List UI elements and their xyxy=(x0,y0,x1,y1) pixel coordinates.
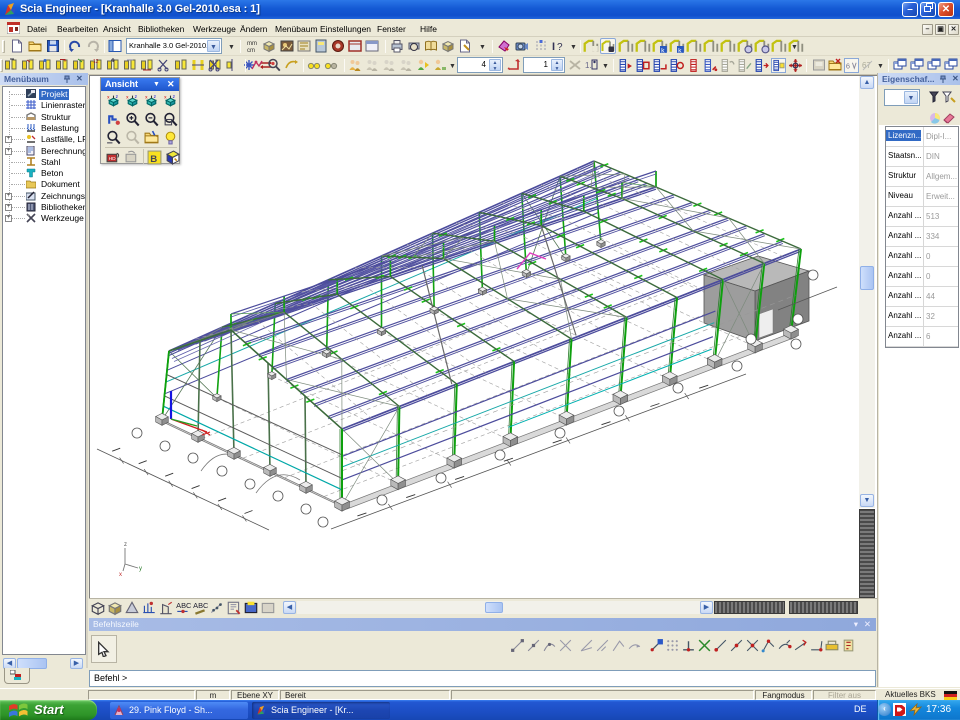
svg-text:6: 6 xyxy=(846,61,850,70)
svg-text:x: x xyxy=(107,95,110,100)
svg-text:x: x xyxy=(119,572,122,578)
svg-text:mm: mm xyxy=(247,41,257,47)
svg-text:B: B xyxy=(150,154,157,165)
svg-text:x: x xyxy=(126,95,129,100)
svg-text:HD: HD xyxy=(109,156,116,162)
svg-text:ABC: ABC xyxy=(176,601,191,610)
svg-text:I: I xyxy=(552,41,555,53)
svg-text:z: z xyxy=(173,95,176,100)
svg-text:y: y xyxy=(139,566,142,572)
svg-text:k: k xyxy=(678,47,682,54)
svg-text:z: z xyxy=(124,542,127,548)
svg-text:?: ? xyxy=(557,42,563,53)
svg-text:x: x xyxy=(145,95,148,100)
svg-text:z: z xyxy=(154,95,157,100)
svg-text:ABC: ABC xyxy=(193,601,208,610)
svg-text:k: k xyxy=(661,47,665,54)
svg-text:12: 12 xyxy=(93,59,99,65)
svg-text:1.: 1. xyxy=(585,61,592,70)
svg-text:cm: cm xyxy=(247,48,255,53)
svg-text:z: z xyxy=(135,95,138,100)
svg-text:z: z xyxy=(116,95,119,100)
svg-text:x: x xyxy=(164,95,167,100)
